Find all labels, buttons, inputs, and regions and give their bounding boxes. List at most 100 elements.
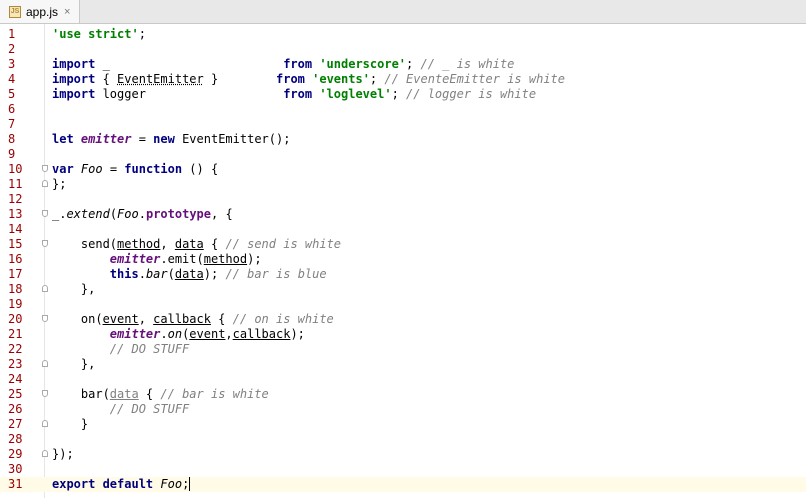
code-line[interactable]: 9 bbox=[0, 147, 806, 162]
code-text: }; bbox=[52, 177, 66, 192]
code-text: // DO STUFF bbox=[52, 402, 189, 417]
code-line[interactable]: 2 bbox=[0, 42, 806, 57]
line-number: 27 bbox=[8, 417, 23, 431]
line-number: 29 bbox=[8, 447, 23, 461]
code-token: 'loglevel' bbox=[319, 87, 392, 101]
code-line[interactable]: 16 emitter.emit(method); bbox=[0, 252, 806, 267]
code-text: emitter.emit(method); bbox=[52, 252, 262, 267]
code-line[interactable]: 24 bbox=[0, 372, 806, 387]
code-line[interactable]: 22 // DO STUFF bbox=[0, 342, 806, 357]
code-line[interactable]: 27 } bbox=[0, 417, 806, 432]
code-line[interactable]: 15 send(method, data { // send is white bbox=[0, 237, 806, 252]
code-token: , bbox=[160, 237, 175, 251]
code-token: } bbox=[203, 72, 276, 86]
code-line[interactable]: 1 'use strict'; bbox=[0, 27, 806, 42]
editor-tab-bar: JS app.js × bbox=[0, 0, 806, 24]
code-token: { bbox=[203, 237, 226, 251]
code-token: ; bbox=[182, 477, 190, 491]
code-line[interactable]: 28 bbox=[0, 432, 806, 447]
line-number: 8 bbox=[8, 132, 16, 146]
tab-app-js[interactable]: JS app.js × bbox=[0, 0, 80, 23]
code-line[interactable]: 7 bbox=[0, 117, 806, 132]
code-token: import bbox=[52, 72, 96, 86]
code-token: // send is white bbox=[225, 237, 342, 251]
code-token: prototype bbox=[145, 207, 211, 221]
line-number: 18 bbox=[8, 282, 23, 296]
code-token: // DO STUFF bbox=[109, 402, 190, 416]
line-number: 10 bbox=[8, 162, 23, 176]
text-caret bbox=[189, 477, 191, 491]
code-line[interactable]: 11}; bbox=[0, 177, 806, 192]
code-line[interactable]: 14 bbox=[0, 222, 806, 237]
code-line[interactable]: 25 bar(data { // bar is white bbox=[0, 387, 806, 402]
code-line[interactable]: 26 // DO STUFF bbox=[0, 402, 806, 417]
code-line[interactable]: 4 import { EventEmitter } from 'events'; … bbox=[0, 72, 806, 87]
code-token: ( bbox=[167, 267, 175, 281]
code-line[interactable]: 31 export default Foo; bbox=[0, 477, 806, 492]
line-number: 13 bbox=[8, 207, 23, 221]
code-token: on bbox=[167, 327, 183, 341]
code-line[interactable]: 12 bbox=[0, 192, 806, 207]
code-text: export default Foo; bbox=[52, 477, 191, 492]
code-line[interactable]: 23 }, bbox=[0, 357, 806, 372]
code-token: ); bbox=[247, 252, 262, 266]
code-line[interactable]: 30 bbox=[0, 462, 806, 477]
fold-collapse-icon[interactable] bbox=[42, 165, 48, 172]
code-line[interactable]: 8 let emitter = new EventEmitter(); bbox=[0, 132, 806, 147]
fold-collapse-icon[interactable] bbox=[42, 240, 48, 247]
code-token: // _ is white bbox=[420, 57, 515, 71]
code-line[interactable]: 6 bbox=[0, 102, 806, 117]
code-line[interactable]: 21 emitter.on(event,callback); bbox=[0, 327, 806, 342]
code-text: import logger from 'loglevel'; // logger… bbox=[52, 87, 536, 102]
code-token: event bbox=[189, 327, 226, 341]
line-number: 1 bbox=[8, 27, 16, 41]
code-line[interactable]: 17 this.bar(data); // bar is blue bbox=[0, 267, 806, 282]
fold-collapse-icon[interactable] bbox=[42, 390, 48, 397]
fold-collapse-icon[interactable] bbox=[42, 210, 48, 217]
code-text: bar(data { // bar is white bbox=[52, 387, 269, 402]
fold-end-icon[interactable] bbox=[42, 285, 48, 292]
code-token: event bbox=[102, 312, 139, 326]
code-token: .emit( bbox=[160, 252, 204, 266]
fold-end-icon[interactable] bbox=[42, 360, 48, 367]
fold-collapse-icon[interactable] bbox=[42, 315, 48, 322]
code-token: = bbox=[131, 132, 154, 146]
code-editor[interactable]: 1 'use strict'; 2 3 import _ from 'undersco… bbox=[0, 27, 806, 492]
code-line[interactable]: 20 on(event, callback { // on is white bbox=[0, 312, 806, 327]
code-token: { bbox=[138, 387, 161, 401]
code-line[interactable]: 10 var Foo = function () { bbox=[0, 162, 806, 177]
code-token: ; bbox=[369, 72, 385, 86]
code-token: export default bbox=[52, 477, 161, 491]
code-line[interactable]: 19 bbox=[0, 297, 806, 312]
fold-end-icon[interactable] bbox=[42, 450, 48, 457]
code-token: from bbox=[283, 87, 320, 101]
close-icon[interactable]: × bbox=[64, 6, 70, 18]
code-token: callback bbox=[153, 312, 211, 326]
line-number: 23 bbox=[8, 357, 23, 371]
line-number: 15 bbox=[8, 237, 23, 251]
code-token: ( bbox=[109, 207, 118, 221]
code-token: _. bbox=[52, 207, 67, 221]
code-line[interactable]: 18 }, bbox=[0, 282, 806, 297]
line-number: 28 bbox=[8, 432, 23, 446]
line-number: 20 bbox=[8, 312, 23, 326]
line-number: 22 bbox=[8, 342, 23, 356]
code-line[interactable]: 3 import _ from 'underscore'; // _ is whi… bbox=[0, 57, 806, 72]
line-number: 12 bbox=[8, 192, 23, 206]
fold-end-icon[interactable] bbox=[42, 420, 48, 427]
line-number: 3 bbox=[8, 57, 16, 71]
code-line[interactable]: 5 import logger from 'loglevel'; // logge… bbox=[0, 87, 806, 102]
code-line[interactable]: 13 _.extend(Foo.prototype, { bbox=[0, 207, 806, 222]
code-token: . bbox=[138, 267, 146, 281]
code-token: // bar is white bbox=[160, 387, 269, 401]
code-token: EventEmitter(); bbox=[182, 132, 291, 146]
code-text: 'use strict'; bbox=[52, 27, 153, 42]
code-token: // bar is blue bbox=[225, 267, 327, 281]
code-token: Foo bbox=[160, 477, 183, 491]
fold-end-icon[interactable] bbox=[42, 180, 48, 187]
code-token: { bbox=[210, 312, 233, 326]
code-line[interactable]: 29}); bbox=[0, 447, 806, 462]
code-text: on(event, callback { // on is white bbox=[52, 312, 334, 327]
